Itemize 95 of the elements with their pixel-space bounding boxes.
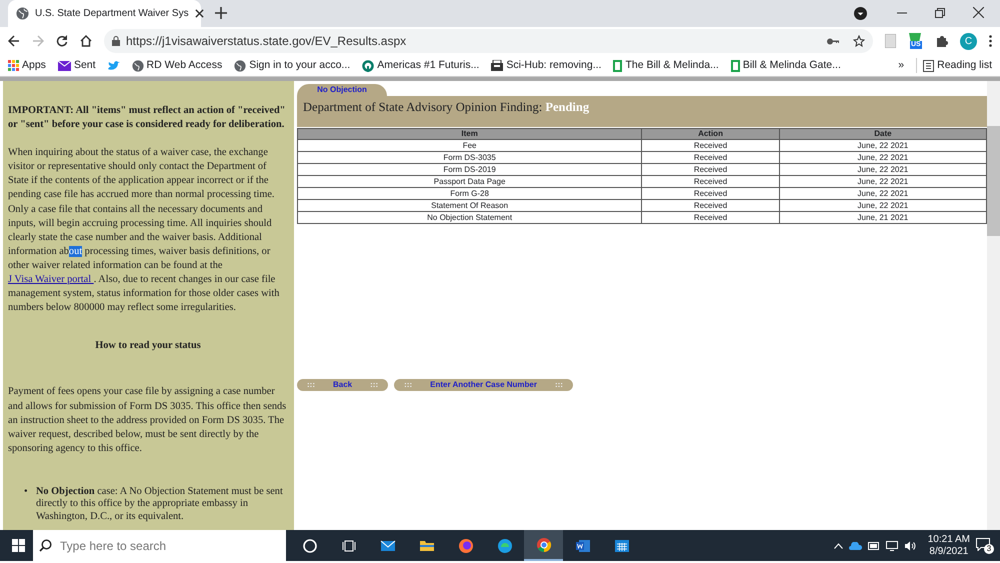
address-bar[interactable]: https://j1visawaiverstatus.state.gov/EV_Results.aspx	[104, 29, 873, 53]
cloud-icon[interactable]	[848, 542, 862, 550]
table-cell: June, 22 2021	[779, 188, 986, 200]
menu-icon[interactable]	[989, 35, 992, 47]
battery-icon[interactable]	[868, 542, 880, 550]
bookmark[interactable]: The Bill & Melinda...	[613, 58, 719, 74]
key-icon[interactable]	[827, 38, 839, 44]
chrome-wheel-icon	[536, 536, 552, 552]
nav-button[interactable]: ::: Back :::	[297, 379, 388, 391]
section-heading: How to read your status	[94, 339, 202, 354]
table-cell: Passport Data Page	[298, 176, 642, 188]
table-cell: Form DS-3035	[298, 152, 642, 164]
clock[interactable]: 10:21 AM 8/9/2021	[928, 534, 970, 558]
task-view-icon	[340, 538, 356, 554]
table-cell: Form DS-2019	[298, 164, 642, 176]
page-icon	[613, 60, 622, 72]
column-header: Item	[298, 128, 642, 140]
table-cell: Received	[642, 140, 780, 152]
document-icon	[574, 538, 590, 554]
bookmark[interactable]	[108, 60, 120, 70]
table-cell: Fee	[298, 140, 642, 152]
star-icon[interactable]	[853, 35, 865, 47]
close-icon[interactable]	[194, 9, 204, 18]
page-icon	[730, 60, 740, 72]
bookmark[interactable]: Sign in to your acco...	[234, 58, 350, 74]
restore-icon[interactable]	[935, 8, 945, 18]
search-icon	[39, 539, 52, 552]
table-cell: June, 22 2021	[779, 176, 986, 188]
table-cell: June, 22 2021	[779, 152, 986, 164]
circle-icon	[302, 538, 318, 554]
nav-button[interactable]: ::: Enter Another Case Number :::	[394, 379, 573, 391]
apps-grid-icon	[8, 60, 19, 71]
table-cell: Form G-28	[298, 188, 642, 200]
table-cell: June, 21 2021	[779, 212, 986, 224]
finding-text: Department of State Advisory Opinion Finding: Pending	[303, 100, 590, 114]
reading-list-button[interactable]: Reading list	[916, 58, 992, 74]
table-cell: Statement Of Reason	[298, 200, 642, 212]
bookmark[interactable]: Americas #1 Futuris...	[362, 58, 480, 74]
table-cell: Received	[642, 176, 780, 188]
browser-tab[interactable]: U.S. State Department Waiver Sys	[8, 0, 201, 27]
bookmark[interactable]: Sent	[58, 58, 96, 74]
bullet-item: No Objection case: A No Objection Statement must be sent directly to this office by the appropriate embassy in Washington, D.C., or its equivalent.	[36, 486, 284, 524]
table-cell: Received	[642, 200, 780, 212]
puzzle-icon[interactable]	[936, 35, 948, 47]
box-icon	[491, 60, 504, 71]
globe-icon	[16, 7, 29, 20]
windows-start-icon[interactable]	[12, 539, 25, 552]
bookmark[interactable]: Bill & Melinda Gate...	[730, 58, 841, 74]
notification-count: 3	[984, 544, 994, 554]
speaker-icon[interactable]	[904, 540, 916, 550]
scrollbar[interactable]	[987, 81, 1000, 530]
calendar-icon	[614, 538, 630, 554]
column-header: Action	[642, 128, 780, 140]
reload-icon[interactable]	[56, 35, 68, 47]
fees-paragraph: Payment of fees opens your case file by assigning a case number and allows for submission of Form DS 3035. This office then sends an instruction sheet to the address provided on Form DS 3035. The waiver request, described below, must be sent directly by the sponsoring agency to this office.	[8, 385, 288, 456]
profile-dropdown-icon[interactable]	[854, 7, 867, 20]
table-cell: Received	[642, 152, 780, 164]
table-cell: Received	[642, 212, 780, 224]
minimize-icon[interactable]	[897, 12, 907, 14]
table-cell: June, 22 2021	[779, 200, 986, 212]
table-cell: June, 22 2021	[779, 164, 986, 176]
table-cell: June, 22 2021	[779, 140, 986, 152]
bookmark[interactable]: Sci-Hub: removing...	[491, 58, 602, 74]
bookmark[interactable]: Apps	[8, 58, 46, 74]
more-bookmarks-button[interactable]: »	[898, 58, 904, 74]
bird-icon	[108, 60, 120, 70]
chevron-up-icon[interactable]	[834, 542, 843, 548]
url-text: https://j1visawaiverstatus.state.gov/EV_Results.aspx	[126, 33, 406, 50]
tab-title: U.S. State Department Waiver Sys	[35, 7, 189, 21]
home-icon[interactable]	[80, 35, 92, 47]
search-input[interactable]: Type here to search	[58, 536, 258, 556]
envelope-icon	[58, 60, 71, 70]
table-cell: Received	[642, 188, 780, 200]
taskbar-search-field[interactable]: Type here to search	[33, 530, 286, 561]
wave-icon	[496, 538, 512, 554]
globe-icon	[132, 60, 144, 72]
bullet-marker: •	[24, 486, 29, 499]
back-icon[interactable]	[8, 35, 20, 47]
close-icon[interactable]	[973, 7, 984, 18]
portal-link[interactable]: J Visa Waiver portal	[8, 274, 94, 286]
globe-icon	[234, 60, 246, 72]
ring-icon	[362, 60, 374, 72]
info-paragraph: When inquiring about the status of a waiver case, the exchange visitor or representative should only contact the Department of State if the contents of the application appear incorrect or if the pending case file has accrued more than normal processing time. Only a case file that contains all the necessary documents and inputs, will begin accruing processing time. All inquiries should clearly state the case number and the waiver basis. Additional information about processing times, waiver basis definitions, or other waiver related information can be found at the J Visa Waiver portal . Also, due to recent changes in our case file management system, status information for those older cases with numbers below 800000 may reflect some irregularities.	[8, 146, 280, 316]
new-tab-icon[interactable]	[215, 7, 227, 19]
fox-globe-icon	[458, 538, 474, 554]
important-notice: IMPORTANT: All "items" must reflect an action of "received" or "sent" before your case is considered ready for deliberation.	[8, 104, 286, 132]
bookmark[interactable]: RD Web Access	[132, 58, 222, 74]
table-cell: No Objection Statement	[298, 212, 642, 224]
column-header: Date	[779, 128, 986, 140]
table-cell: Received	[642, 164, 780, 176]
list-icon	[923, 60, 934, 72]
lock-icon	[112, 36, 120, 46]
result-tab[interactable]: No Objection	[297, 84, 387, 96]
network-icon[interactable]	[886, 540, 898, 550]
envelope-icon	[380, 538, 396, 554]
